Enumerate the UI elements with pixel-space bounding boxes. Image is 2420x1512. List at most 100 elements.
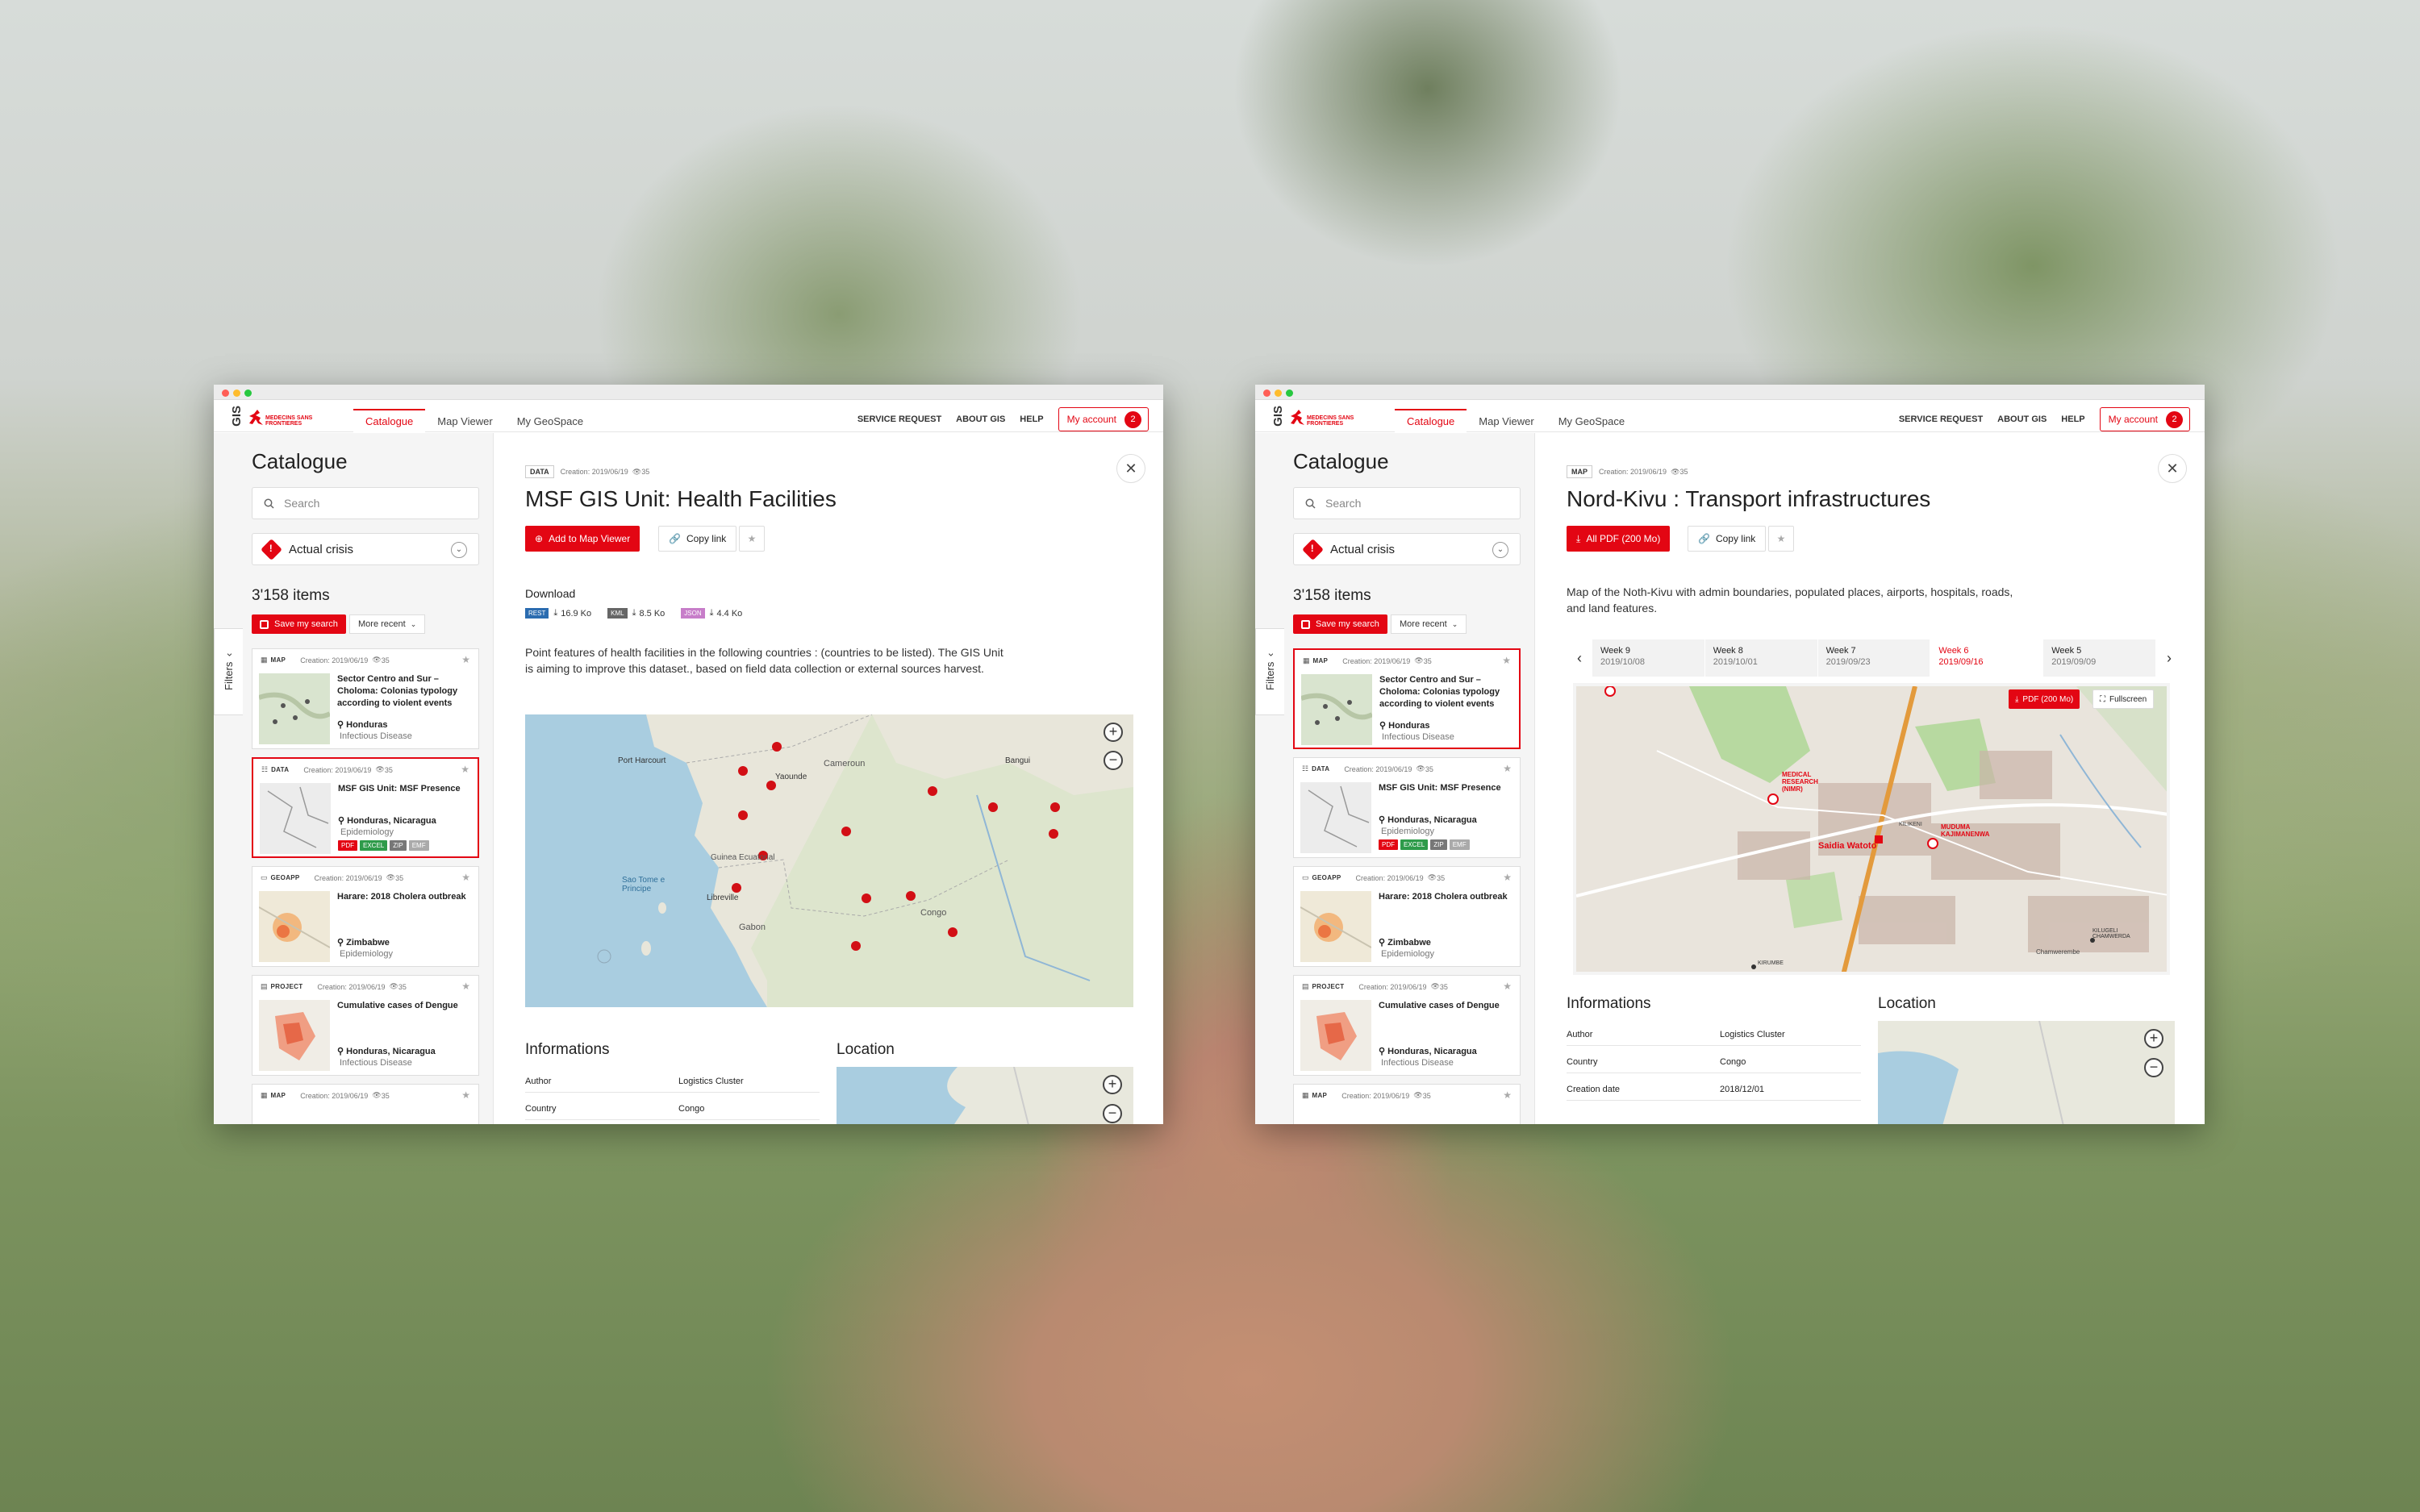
data-type-icon: ☷ — [1302, 764, 1309, 773]
tag-pdf[interactable]: PDF — [338, 840, 357, 851]
tag-excel[interactable]: EXCEL — [1400, 839, 1429, 850]
star-icon[interactable]: ★ — [1503, 1089, 1512, 1101]
tab-my-geospace[interactable]: My GeoSpace — [505, 409, 595, 433]
close-window-button[interactable] — [1263, 389, 1270, 397]
service-request-link[interactable]: SERVICE REQUEST — [857, 414, 941, 424]
week-tab-active[interactable]: Week 6 2019/09/16 — [1930, 639, 2044, 677]
zoom-in-button[interactable]: + — [2144, 1029, 2163, 1048]
week-tab[interactable]: Week 8 2019/10/01 — [1704, 639, 1818, 677]
tag-zip[interactable]: ZIP — [1430, 839, 1447, 850]
catalogue-card[interactable]: ▭ GEOAPP Creation: 2019/06/19 👁 35 ★ Harare:… — [252, 866, 479, 967]
tab-map-viewer[interactable]: Map Viewer — [1467, 409, 1546, 433]
save-search-button[interactable]: Save my search — [1293, 614, 1387, 634]
my-account-button[interactable]: My account 2 — [1058, 407, 1149, 431]
zoom-in-button[interactable]: + — [1103, 1075, 1122, 1094]
favorite-button[interactable]: ★ — [739, 526, 765, 552]
tag-excel[interactable]: EXCEL — [360, 840, 388, 851]
map-pdf-button[interactable]: ⤓ PDF (200 Mo) — [2009, 689, 2080, 709]
catalogue-card-selected[interactable]: ☷ DATA Creation: 2019/06/19 👁 35 ★ MSF GIS U… — [252, 757, 479, 858]
maximize-window-button[interactable] — [244, 389, 252, 397]
close-detail-button[interactable]: ✕ — [2158, 454, 2187, 483]
help-link[interactable]: HELP — [1020, 414, 1043, 424]
week-tab[interactable]: Week 9 2019/10/08 — [1592, 639, 1705, 677]
msf-gis-logo[interactable]: GIS MEDECINS SANS FRONTIERES — [1271, 404, 1376, 435]
tag-emf[interactable]: EMF — [1449, 839, 1470, 850]
service-request-link[interactable]: SERVICE REQUEST — [1899, 414, 1983, 424]
card-location-text: Honduras, Nicaragua — [347, 816, 436, 826]
tag-zip[interactable]: ZIP — [390, 840, 407, 851]
tag-emf[interactable]: EMF — [408, 840, 429, 851]
catalogue-card[interactable]: ▦ MAP Creation: 2019/06/19 👁 35 ★ — [1293, 1084, 1521, 1124]
map-label: Gabon — [739, 923, 766, 932]
crisis-select[interactable]: ! Actual crisis ⌄ — [1293, 533, 1521, 565]
card-location: ⚲ Honduras, Nicaragua — [1379, 814, 1477, 825]
location-map[interactable]: + − — [1878, 1021, 2175, 1124]
zoom-out-button[interactable]: − — [1104, 751, 1123, 770]
star-icon[interactable]: ★ — [1503, 763, 1512, 774]
about-gis-link[interactable]: ABOUT GIS — [1997, 414, 2047, 424]
catalogue-card[interactable]: ▤ PROJECT Creation: 2019/06/19 👁 35 ★ Cumula… — [1293, 975, 1521, 1076]
copy-link-button[interactable]: 🔗 Copy link — [1688, 526, 1767, 552]
week-tab[interactable]: Week 5 2019/09/09 — [2043, 639, 2157, 677]
preview-map[interactable]: Port Harcourt Cameroun Yaounde Bangui Gu… — [525, 714, 1133, 1007]
star-icon[interactable]: ★ — [461, 1089, 470, 1101]
catalogue-card[interactable]: ▦ MAP Creation: 2019/06/19 👁 35 ★ Sector Cen… — [252, 648, 479, 749]
about-gis-link[interactable]: ABOUT GIS — [956, 414, 1005, 424]
all-pdf-button[interactable]: ⤓ All PDF (200 Mo) — [1567, 526, 1671, 552]
format-kml[interactable]: KML — [607, 608, 628, 619]
star-icon[interactable]: ★ — [461, 872, 470, 883]
catalogue-card[interactable]: ▦ MAP Creation: 2019/06/19 👁 35 ★ — [252, 1084, 479, 1124]
tab-catalogue[interactable]: Catalogue — [353, 409, 426, 433]
search-input[interactable]: Search — [1293, 487, 1521, 519]
filters-toggle[interactable]: Filters ‹ — [1255, 628, 1284, 715]
filters-toggle[interactable]: Filters ‹ — [214, 628, 243, 715]
save-search-button[interactable]: Save my search — [252, 614, 346, 634]
location-map[interactable]: + − — [837, 1067, 1133, 1124]
tag-pdf[interactable]: PDF — [1379, 839, 1398, 850]
card-views: 35 — [1437, 873, 1446, 882]
preview-map[interactable]: MEDICAL RESEARCH (NIMR) Saidia Watoto MU… — [1573, 683, 2170, 975]
week-tab[interactable]: Week 7 2019/09/23 — [1817, 639, 1931, 677]
crisis-select[interactable]: ! Actual crisis ⌄ — [252, 533, 479, 565]
tab-map-viewer[interactable]: Map Viewer — [425, 409, 504, 433]
search-input[interactable]: Search — [252, 487, 479, 519]
tab-catalogue[interactable]: Catalogue — [1395, 409, 1467, 433]
card-type-label: MAP — [270, 656, 286, 664]
zoom-out-button[interactable]: − — [1103, 1104, 1122, 1123]
star-icon[interactable]: ★ — [461, 764, 469, 775]
chevron-right-icon[interactable]: › — [2156, 639, 2182, 677]
catalogue-card[interactable]: ☷ DATA Creation: 2019/06/19 👁 35 ★ MSF GIS U… — [1293, 757, 1521, 858]
fullscreen-button[interactable]: ⛶ Fullscreen — [2092, 689, 2155, 709]
star-icon[interactable]: ★ — [461, 981, 470, 992]
star-icon[interactable]: ★ — [1503, 981, 1512, 992]
card-type-label: DATA — [1312, 765, 1330, 773]
maximize-window-button[interactable] — [1286, 389, 1293, 397]
star-icon[interactable]: ★ — [1503, 872, 1512, 883]
catalogue-card[interactable]: ▤ PROJECT Creation: 2019/06/19 👁 35 ★ Cumula… — [252, 975, 479, 1076]
zoom-out-button[interactable]: − — [2144, 1058, 2163, 1077]
catalogue-card[interactable]: ▭ GEOAPP Creation: 2019/06/19 👁 35 ★ Harare:… — [1293, 866, 1521, 967]
minimize-window-button[interactable] — [1275, 389, 1282, 397]
copy-link-button[interactable]: 🔗 Copy link — [658, 526, 737, 552]
msf-gis-logo[interactable]: GIS MEDECINS SANS FRONTIERES — [230, 404, 335, 435]
star-icon[interactable]: ★ — [1502, 655, 1511, 666]
zoom-in-button[interactable]: + — [1104, 723, 1123, 742]
favorite-button[interactable]: ★ — [1768, 526, 1794, 552]
minimize-window-button[interactable] — [233, 389, 240, 397]
tab-my-geospace[interactable]: My GeoSpace — [1546, 409, 1637, 433]
close-window-button[interactable] — [222, 389, 229, 397]
browser-window-left: GIS MEDECINS SANS FRONTIERES Catalogue M… — [214, 385, 1163, 1124]
close-detail-button[interactable]: ✕ — [1116, 454, 1145, 483]
add-to-map-viewer-button[interactable]: ⊕ Add to Map Viewer — [525, 526, 640, 552]
my-account-button[interactable]: My account 2 — [2099, 407, 2190, 431]
sort-select[interactable]: More recent ⌄ — [349, 614, 426, 634]
help-link[interactable]: HELP — [2061, 414, 2084, 424]
info-key: Country — [1567, 1057, 1598, 1067]
chevron-left-icon[interactable]: ‹ — [1567, 639, 1592, 677]
my-account-label: My account — [1066, 414, 1116, 425]
sort-select[interactable]: More recent ⌄ — [1391, 614, 1467, 634]
format-json[interactable]: JSON — [681, 608, 705, 619]
format-rest[interactable]: REST — [525, 608, 549, 619]
star-icon[interactable]: ★ — [461, 654, 470, 665]
catalogue-card-selected[interactable]: ▦ MAP Creation: 2019/06/19 👁 35 ★ Sector Cen… — [1293, 648, 1521, 749]
